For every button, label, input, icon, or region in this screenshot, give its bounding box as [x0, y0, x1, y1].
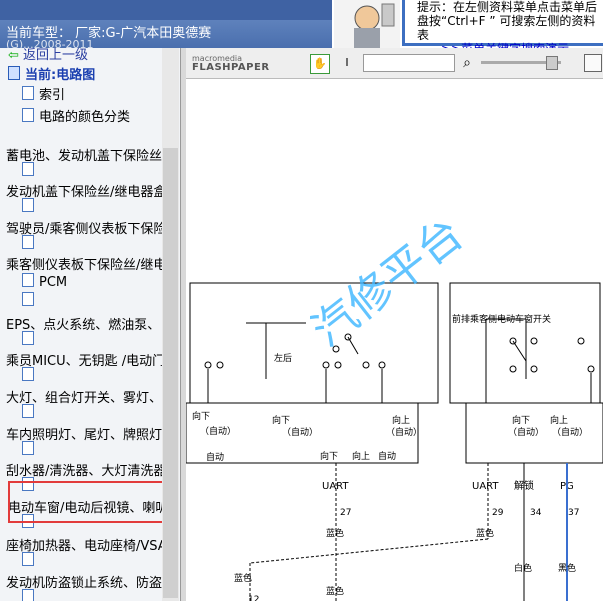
label-auto-2: （自动）: [282, 426, 318, 438]
dashed-wires: [249, 463, 489, 601]
label-auto-5: 自动: [378, 450, 396, 462]
circuit-diagram: 前排乘客侧电动车窗开关 左后 向下 （自动） 向下 （自动） 向上 （自动） 自…: [186, 282, 603, 601]
document-icon-row: [22, 235, 39, 252]
hand-icon: ✋: [313, 57, 327, 70]
document-icon-row: [22, 162, 39, 179]
pin-uart-right: UART: [472, 481, 499, 492]
current-folder: 当前:电路图: [8, 64, 95, 83]
document-icon: [22, 367, 34, 381]
document-icon: [22, 162, 34, 176]
tip-line-2: 盘按“Ctrl+F ” 可搜索左侧的资料表: [417, 14, 596, 42]
car-info-banner: 当前车型： 厂家:G-广汽本田奥德赛 (G)...2008-2011: [0, 0, 332, 51]
banner-band: [0, 0, 332, 20]
pin-37: 37: [568, 508, 579, 518]
search-tip-box: 提示：在左侧资料菜单点击菜单后 盘按“Ctrl+F ” 可搜索左侧的资料表 >>…: [402, 0, 603, 56]
tip-line-1: 提示：在左侧资料菜单点击菜单后: [417, 0, 598, 14]
flashpaper-logo: macromedia FLASHPAPER: [192, 54, 270, 73]
label-up-3: 向上: [550, 414, 568, 426]
label-up-1: 向上: [392, 414, 410, 426]
label-auto-1: （自动）: [200, 425, 236, 437]
label-auto-7: （自动）: [508, 426, 544, 438]
label-up-2: 向上: [352, 450, 370, 462]
label-auto-4: 自动: [206, 451, 224, 463]
pin-29: 29: [492, 508, 504, 518]
document-icon: [22, 108, 34, 122]
document-icon-row: [22, 367, 39, 384]
label-down-1: 向下: [192, 410, 210, 422]
hand-tool-button[interactable]: ✋: [310, 54, 330, 74]
document-icon-row: [22, 198, 39, 215]
sidebar-tree: ⇦ 返回上一级 当前:电路图 索引 电路的颜色分类 蓄电池、发动机盖下保险丝 发…: [0, 48, 180, 601]
mascot-icon: [354, 3, 395, 48]
document-icon: [22, 198, 34, 212]
document-icon: [22, 552, 34, 566]
wire-blue-label-2: 蓝色: [234, 572, 252, 584]
sidebar-item-passenger-fuse-relay[interactable]: 乘客侧仪表板下保险丝/继电器: [6, 254, 179, 273]
pin-34: 34: [530, 508, 542, 518]
current-folder-label: 当前:电路图: [25, 68, 96, 83]
search-button[interactable]: ⌕: [458, 54, 476, 72]
passenger-switch-box: [449, 282, 601, 404]
pin-27: 27: [340, 508, 351, 518]
document-icon-row: [22, 292, 39, 309]
wire-blue-label-1: 蓝色: [326, 527, 344, 539]
back-arrow-icon: ⇦: [8, 48, 19, 63]
text-cursor-icon: I: [345, 56, 349, 69]
label-down-4: 向下: [512, 414, 530, 426]
sidebar-item-wire-colors[interactable]: 电路的颜色分类: [22, 106, 130, 125]
document-icon: [22, 331, 34, 345]
wire-blue-label-4: 蓝色: [476, 527, 494, 539]
sidebar-item-pcm[interactable]: PCM: [22, 273, 67, 290]
viewer-toolbar: macromedia FLASHPAPER ✋ I ⌕: [186, 48, 603, 79]
wire-white-label: 白色: [514, 562, 532, 574]
wire-black-label: 黑色: [558, 562, 576, 574]
document-icon-row: [22, 552, 39, 569]
document-icon: [22, 235, 34, 249]
document-icon-row: [22, 441, 39, 458]
back-up-link[interactable]: ⇦ 返回上一级: [8, 48, 88, 63]
zoom-slider-handle[interactable]: [546, 56, 558, 70]
document-icon-row: [22, 404, 39, 421]
wire-blue-label-3: 蓝色: [326, 585, 344, 597]
document-icon: [22, 404, 34, 418]
folder-icon: [8, 66, 20, 80]
passenger-switch-title: 前排乘客侧电动车窗开关: [452, 313, 551, 325]
document-icon-row: [22, 331, 39, 348]
document-icon: [22, 86, 34, 100]
search-icon: ⌕: [463, 55, 471, 71]
sidebar-scroll-thumb[interactable]: [163, 148, 178, 598]
label-auto-6: （自动）: [552, 426, 588, 438]
switch-contacts-right: [485, 318, 595, 403]
print-icon[interactable]: [584, 54, 602, 72]
search-input[interactable]: [363, 54, 455, 72]
label-down-3: 向下: [320, 450, 338, 462]
selected-item-highlight: [8, 481, 164, 523]
back-up-label: 返回上一级: [23, 48, 89, 63]
document-icon-row: [22, 589, 39, 601]
document-icon: [22, 273, 34, 287]
app-header: 当前车型： 厂家:G-广汽本田奥德赛 (G)...2008-2011 提示：在左…: [0, 0, 603, 56]
label-left-rear: 左后: [274, 352, 292, 364]
label-auto-3: （自动）: [386, 426, 422, 438]
flashpaper-viewer: macromedia FLASHPAPER ✋ I ⌕ 前排乘客侧电动车窗开关 …: [186, 48, 603, 601]
mascot-image: [334, 0, 400, 48]
document-icon: [22, 589, 34, 601]
sidebar-item-index[interactable]: 索引: [22, 84, 65, 103]
text-select-button[interactable]: I: [338, 54, 356, 72]
document-icon: [22, 292, 34, 306]
document-icon: [22, 441, 34, 455]
label-down-2: 向下: [272, 414, 290, 426]
